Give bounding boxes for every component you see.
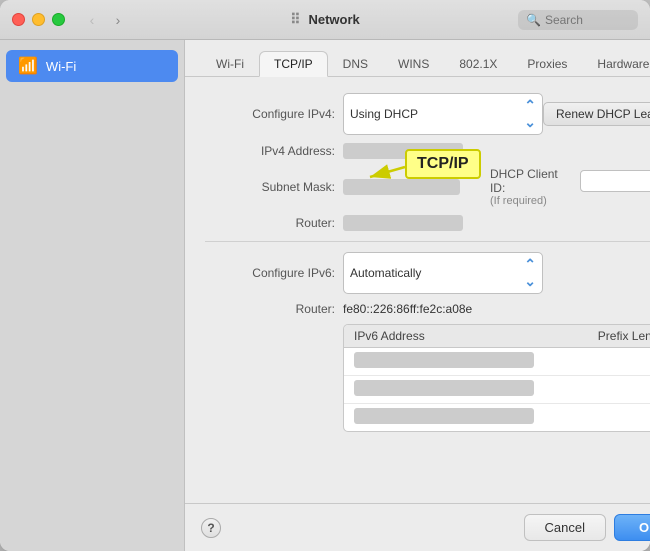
ipv6-table: IPv6 Address Prefix Length 64 [343, 324, 650, 432]
table-row: 64 [344, 348, 650, 376]
configure-ipv6-label: Configure IPv6: [205, 266, 335, 280]
tab-tcpip[interactable]: TCP/IP [259, 51, 328, 77]
subnet-mask-row: Subnet Mask: DHCP Client ID: (If require… [205, 167, 650, 207]
tooltip-label: TCP/IP [417, 155, 469, 172]
table-row: 64 [344, 404, 650, 431]
ipv6-addr-cell [354, 380, 579, 399]
configure-ipv4-value: Using DHCP [350, 107, 418, 121]
right-section-ipv4: Renew DHCP Lease [543, 102, 650, 126]
dhcp-client-id-input[interactable] [580, 170, 650, 192]
configure-ipv4-select[interactable]: Using DHCP ⌃⌄ [343, 93, 543, 135]
ipv6-addr-cell [354, 408, 579, 427]
router-value [343, 215, 463, 231]
nav-arrows: ‹ › [81, 9, 129, 31]
divider [205, 241, 650, 242]
dhcp-client-section: DHCP Client ID: (If required) [490, 167, 650, 207]
minimize-button[interactable] [32, 13, 45, 26]
cancel-button[interactable]: Cancel [524, 514, 606, 541]
titlebar: ‹ › ⠿ Network 🔍 [0, 0, 650, 40]
bottom-buttons: Cancel OK [524, 514, 650, 541]
search-icon: 🔍 [526, 13, 541, 27]
sidebar-item-wifi[interactable]: 📶 Wi-Fi [6, 50, 178, 82]
help-button[interactable]: ? [201, 518, 221, 538]
configure-ipv6-value: Automatically [350, 266, 421, 280]
close-button[interactable] [12, 13, 25, 26]
configure-ipv6-row: Configure IPv6: Automatically ⌃⌄ [205, 252, 650, 294]
ipv6-addr-cell [354, 352, 579, 371]
search-input[interactable] [545, 13, 625, 27]
ipv6-router-value: fe80::226:86ff:fe2c:a08e [343, 302, 472, 316]
sidebar: 📶 Wi-Fi [0, 40, 185, 551]
search-bar[interactable]: 🔍 [518, 10, 638, 30]
dhcp-client-id-label: DHCP Client ID: [490, 167, 572, 195]
grid-icon: ⠿ [290, 11, 300, 28]
subnet-mask-label: Subnet Mask: [205, 180, 335, 194]
ipv6-addr-blurred [354, 380, 534, 396]
window-title: Network [308, 12, 359, 27]
forward-button[interactable]: › [107, 9, 129, 31]
ipv6-col-addr-header: IPv6 Address [354, 329, 579, 343]
router-row: Router: [205, 215, 650, 231]
table-row: 64 [344, 376, 650, 404]
tab-wins[interactable]: WINS [383, 51, 444, 77]
dhcp-client-id-row: DHCP Client ID: [490, 167, 650, 195]
sidebar-item-label: Wi-Fi [46, 59, 76, 74]
tab-dns[interactable]: DNS [328, 51, 383, 77]
tab-wifi[interactable]: Wi-Fi [201, 51, 259, 77]
back-button[interactable]: ‹ [81, 9, 103, 31]
window: ‹ › ⠿ Network 🔍 📶 Wi-Fi Wi-Fi TCP/IP D [0, 0, 650, 551]
traffic-lights [12, 13, 65, 26]
configure-ipv6-select[interactable]: Automatically ⌃⌄ [343, 252, 543, 294]
wifi-icon: 📶 [18, 56, 38, 76]
ok-button[interactable]: OK [614, 514, 650, 541]
tab-hardware[interactable]: Hardware [582, 51, 650, 77]
subnet-mask-value [343, 179, 460, 195]
configure-ipv4-row: Configure IPv4: Using DHCP ⌃⌄ Renew DHCP… [205, 93, 650, 135]
bottom-bar: ? Cancel OK [185, 503, 650, 551]
ipv6-col-prefix-header: Prefix Length [579, 329, 650, 343]
ipv6-prefix-cell: 64 [579, 411, 650, 425]
router-label: Router: [205, 216, 335, 230]
configure-ipv4-label: Configure IPv4: [205, 107, 335, 121]
chevron-icon-2: ⌃⌄ [524, 256, 536, 290]
ipv6-addr-blurred [354, 352, 534, 368]
chevron-icon: ⌃⌄ [524, 97, 536, 131]
if-required-text: (If required) [490, 195, 547, 207]
tab-8021x[interactable]: 802.1X [444, 51, 512, 77]
ipv6-prefix-cell: 64 [579, 383, 650, 397]
main-panel: Wi-Fi TCP/IP DNS WINS 802.1X Proxies Har… [185, 40, 650, 551]
titlebar-title: ⠿ Network [290, 11, 360, 28]
renew-dhcp-button[interactable]: Renew DHCP Lease [543, 102, 650, 126]
content-area: 📶 Wi-Fi Wi-Fi TCP/IP DNS WINS 802.1X Pro… [0, 40, 650, 551]
tab-proxies[interactable]: Proxies [512, 51, 582, 77]
ipv6-addr-blurred [354, 408, 534, 424]
form-area: Configure IPv4: Using DHCP ⌃⌄ Renew DHCP… [185, 77, 650, 503]
ipv6-table-header: IPv6 Address Prefix Length [344, 325, 650, 348]
maximize-button[interactable] [52, 13, 65, 26]
ipv6-prefix-cell: 64 [579, 355, 650, 369]
tooltip-box: TCP/IP [405, 149, 481, 179]
ipv6-router-row: Router: fe80::226:86ff:fe2c:a08e [205, 302, 650, 316]
ipv6-router-label: Router: [205, 302, 335, 316]
ipv4-address-label: IPv4 Address: [205, 144, 335, 158]
tabs: Wi-Fi TCP/IP DNS WINS 802.1X Proxies Har… [185, 40, 650, 77]
